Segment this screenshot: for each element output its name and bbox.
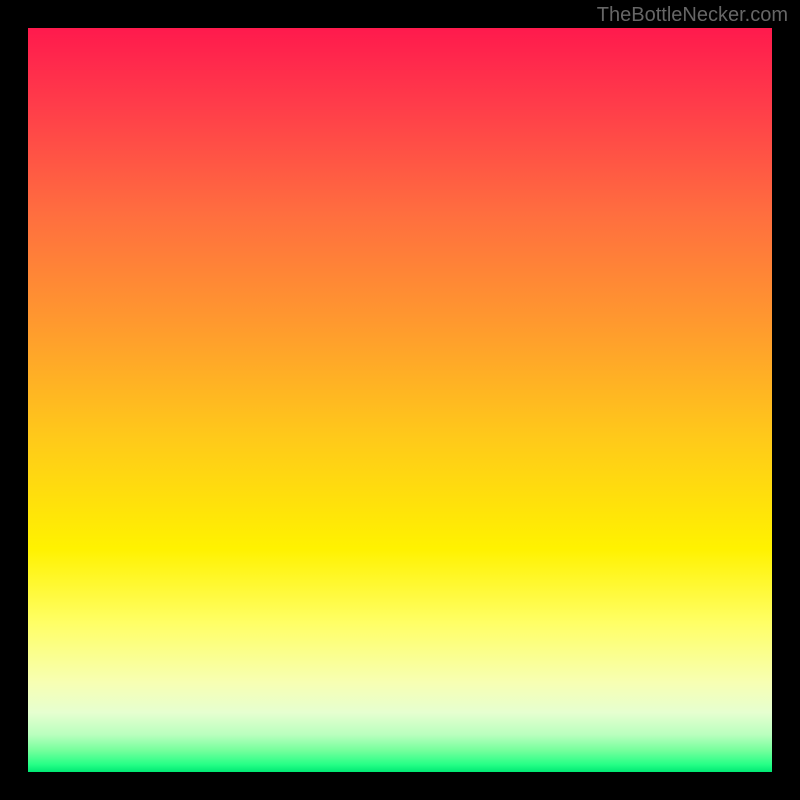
heat-gradient-background	[28, 28, 772, 772]
attribution-label: TheBottleNecker.com	[597, 4, 788, 27]
bottleneck-chart	[28, 28, 772, 772]
